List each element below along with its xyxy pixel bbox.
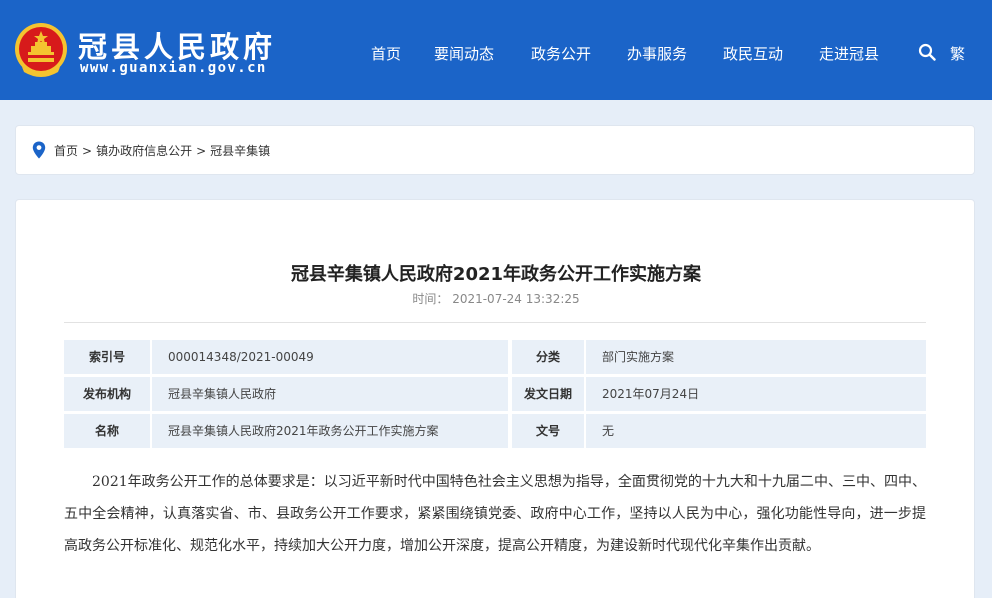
nav-item-about[interactable]: 走进冠县	[819, 43, 879, 64]
traditional-chinese-toggle[interactable]: 繁	[950, 43, 965, 64]
meta-value-issue-date: 2021年07月24日	[586, 377, 926, 411]
breadcrumb-xinji-town[interactable]: 冠县辛集镇	[210, 144, 270, 158]
article-body: 2021年政务公开工作的总体要求是：以习近平新时代中国特色社会主义思想为指导，全…	[64, 474, 926, 554]
nav-item-services[interactable]: 办事服务	[627, 43, 687, 64]
meta-value-name: 冠县辛集镇人民政府2021年政务公开工作实施方案	[152, 414, 508, 448]
breadcrumb-trail: 首页 > 镇办政府信息公开 > 冠县辛集镇	[54, 142, 270, 159]
meta-value-category: 部门实施方案	[586, 340, 926, 374]
meta-key-name: 名称	[64, 414, 150, 448]
meta-value-index: 000014348/2021-00049	[152, 340, 508, 374]
nav-item-news[interactable]: 要闻动态	[434, 43, 494, 64]
metadata-row: 索引号 000014348/2021-00049 分类 部门实施方案	[64, 340, 926, 374]
site-header: 冠县人民政府 www.guanxian.gov.cn 首页 要闻动态 政务公开 …	[0, 0, 992, 100]
time-label: 时间：	[412, 292, 449, 306]
meta-key-doc-number: 文号	[512, 414, 584, 448]
meta-key-category: 分类	[512, 340, 584, 374]
breadcrumb-separator: >	[196, 144, 207, 158]
nav-item-gov-affairs[interactable]: 政务公开	[531, 43, 591, 64]
article-panel: 冠县辛集镇人民政府2021年政务公开工作实施方案 时间： 2021-07-24 …	[15, 199, 975, 598]
metadata-row: 名称 冠县辛集镇人民政府2021年政务公开工作实施方案 文号 无	[64, 414, 926, 448]
search-icon[interactable]	[918, 43, 936, 61]
article-title: 冠县辛集镇人民政府2021年政务公开工作实施方案	[290, 264, 702, 285]
divider	[64, 322, 926, 323]
breadcrumb: 首页 > 镇办政府信息公开 > 冠县辛集镇	[15, 125, 975, 175]
meta-value-doc-number: 无	[586, 414, 926, 448]
meta-value-publisher: 冠县辛集镇人民政府	[152, 377, 508, 411]
meta-key-publisher: 发布机构	[64, 377, 150, 411]
meta-key-issue-date: 发文日期	[512, 377, 584, 411]
breadcrumb-home[interactable]: 首页	[54, 144, 78, 158]
location-pin-icon	[32, 141, 46, 159]
meta-key-index: 索引号	[64, 340, 150, 374]
breadcrumb-town-disclosure[interactable]: 镇办政府信息公开	[96, 144, 192, 158]
article-time: 时间： 2021-07-24 13:32:25	[16, 290, 976, 307]
nav-item-home[interactable]: 首页	[371, 43, 401, 64]
metadata-row: 发布机构 冠县辛集镇人民政府 发文日期 2021年07月24日	[64, 377, 926, 411]
main-nav: 首页 要闻动态 政务公开 办事服务 政民互动 走进冠县	[0, 43, 992, 65]
nav-item-interaction[interactable]: 政民互动	[723, 43, 783, 64]
breadcrumb-separator: >	[82, 144, 93, 158]
time-value: 2021-07-24 13:32:25	[452, 292, 580, 306]
